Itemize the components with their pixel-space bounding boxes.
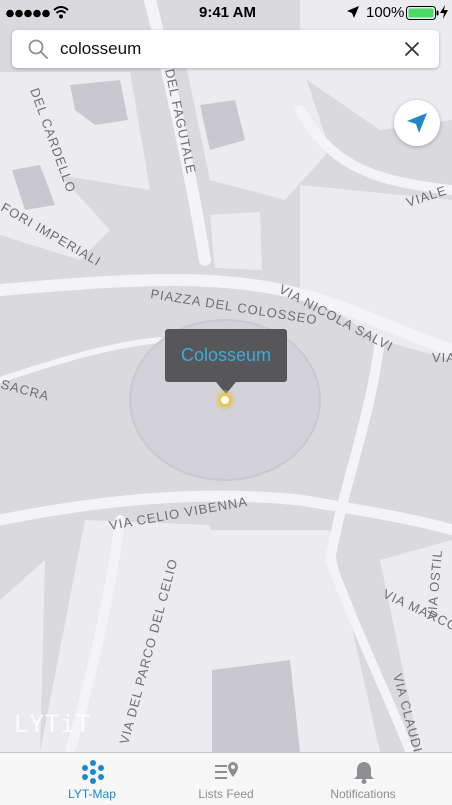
locate-me-button[interactable] (394, 100, 440, 146)
search-bar (12, 30, 439, 68)
tab-lyt-map-label: LYT-Map (68, 787, 116, 801)
tab-lists-feed[interactable]: Lists Feed (151, 753, 301, 805)
clear-search-icon[interactable] (405, 42, 419, 56)
dots-cluster-icon (82, 760, 104, 784)
signal-icon (6, 9, 50, 18)
marker-callout-label: Colosseum (180, 345, 272, 365)
tab-notifications[interactable]: Notifications (288, 753, 438, 805)
charging-bolt-icon (440, 5, 448, 19)
tab-bar: LYT-Map Lists Feed Notifications (0, 752, 452, 805)
tab-notifications-label: Notifications (330, 787, 396, 801)
list-pin-icon (215, 762, 238, 779)
tab-lyt-map[interactable]: LYT-Map (17, 753, 167, 805)
location-arrow-icon (347, 6, 359, 18)
status-time: 9:41 AM (199, 4, 256, 21)
app-watermark: LYTiT (14, 710, 92, 738)
search-input[interactable] (60, 30, 390, 68)
battery-percent: 100% (366, 4, 405, 21)
wifi-icon (53, 6, 69, 19)
location-pin[interactable] (218, 393, 232, 407)
tab-lists-feed-label: Lists Feed (198, 787, 254, 801)
marker-callout[interactable]: Colosseum (165, 329, 287, 382)
bell-icon (354, 762, 374, 784)
battery-icon (406, 6, 439, 20)
status-bar: 9:41 AM 100% (0, 0, 452, 26)
street-label-via: VIA (432, 350, 452, 365)
navigation-arrow-icon (407, 113, 427, 133)
search-icon (28, 39, 48, 59)
